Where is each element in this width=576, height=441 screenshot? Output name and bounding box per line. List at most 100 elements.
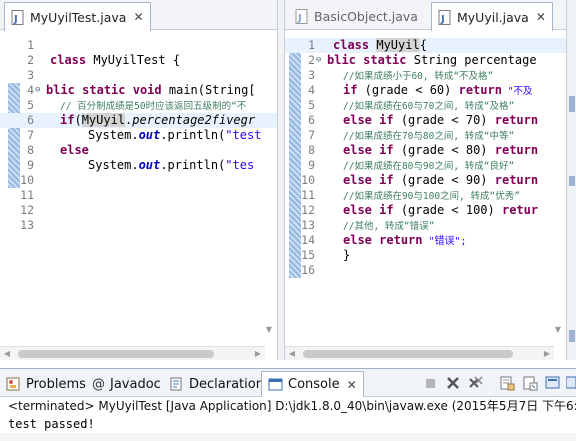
code-text: System.: [88, 158, 139, 172]
tab-javadoc[interactable]: @ Javadoc: [92, 371, 161, 397]
tab-myuyil-java[interactable]: J MyUyil.java ✕: [431, 2, 553, 31]
line-number: 4: [27, 83, 34, 97]
method-call: percentage2fivegr: [132, 113, 256, 127]
horizontal-scrollbar-right[interactable]: ◀ ▶: [285, 346, 554, 360]
code-line: 5 //如果成绩在60与70之间, 转成“及格”: [285, 98, 566, 113]
terminate-icon[interactable]: [422, 375, 438, 391]
java-file-icon: J: [438, 9, 452, 25]
fold-collapse-icon[interactable]: ⊖: [316, 53, 321, 68]
scrollbar-thumb[interactable]: [303, 350, 513, 358]
string-literal: "test: [225, 128, 262, 142]
static-field: out: [138, 158, 161, 172]
keyword: blic: [327, 53, 356, 67]
code-line: 3: [0, 68, 277, 83]
tab-myuyiltest-java[interactable]: J MyUyilTest.java ✕: [4, 2, 151, 31]
console-output[interactable]: test passed!: [0, 415, 576, 433]
code-line: 7 System.out.println("test: [0, 128, 277, 143]
close-tab-icon[interactable]: ✕: [347, 378, 357, 392]
scroll-down-arrow-icon[interactable]: ▼: [263, 324, 275, 336]
tab-label: MyUyil.java: [457, 9, 529, 25]
fold-collapse-icon[interactable]: ⊖: [35, 83, 40, 98]
remove-all-terminated-icon[interactable]: [468, 375, 484, 391]
editor-tabbar-left: J MyUyilTest.java ✕: [0, 0, 277, 31]
keyword: return: [458, 83, 502, 97]
code-comment: //如果成绩在70与80之间, 转成“中等”: [343, 131, 515, 142]
clear-console-icon[interactable]: [499, 375, 515, 391]
code-text: .println(: [160, 128, 226, 142]
line-number: 9: [308, 158, 315, 172]
keyword: if: [379, 143, 394, 157]
scroll-left-arrow-icon[interactable]: ◀: [285, 347, 299, 360]
line-number: 12: [20, 203, 34, 217]
scrollbar-thumb[interactable]: [18, 350, 214, 358]
code-text: .println(: [160, 158, 226, 172]
line-number: 1: [27, 38, 34, 52]
keyword: else: [343, 113, 372, 127]
keyword: if: [379, 203, 394, 217]
selected-identifier[interactable]: MyUyil: [376, 38, 420, 52]
problems-icon: [6, 377, 21, 391]
code-editor-right[interactable]: 1 class MyUyil{ 2 ⊖ blic static String perc…: [285, 34, 566, 344]
java-file-icon: J: [11, 9, 25, 25]
line-number: 11: [20, 188, 34, 202]
scroll-right-arrow-icon[interactable]: ▶: [540, 347, 554, 360]
view-tabbar: Problems @ Javadoc Declaration Console ✕: [0, 369, 576, 397]
outline-view-edge[interactable]: [566, 0, 576, 360]
scroll-lock-icon[interactable]: [522, 375, 538, 391]
code-line: 12 else if (grade < 100) retur: [285, 203, 566, 218]
keyword: class: [50, 53, 87, 67]
console-view-container: Problems @ Javadoc Declaration Console ✕: [0, 368, 576, 441]
code-line: 6 else if (grade < 70) return: [285, 113, 566, 128]
line-number: 16: [301, 263, 315, 277]
line-number: 3: [308, 68, 315, 82]
console-horizontal-scrollbar[interactable]: [0, 433, 576, 441]
keyword: return: [494, 113, 539, 127]
keyword: if: [343, 83, 358, 97]
tab-problems[interactable]: Problems: [6, 371, 86, 397]
scroll-right-arrow-icon[interactable]: ▶: [251, 347, 265, 360]
editor-pane-myuyil[interactable]: J BasicObject.java J MyUyil.java ✕ 1 clas…: [284, 0, 566, 360]
editor-pane-myuyiltest[interactable]: J MyUyilTest.java ✕ 1 2 class MyUyilTest …: [0, 0, 278, 360]
code-text: (grade < 60): [357, 83, 459, 97]
line-number: 13: [20, 218, 34, 232]
tab-console[interactable]: Console ✕: [261, 371, 364, 397]
code-text: (grade < 70): [393, 113, 495, 127]
remove-launch-icon[interactable]: [445, 375, 461, 391]
keyword: return: [494, 173, 539, 187]
line-number: 1: [308, 38, 315, 52]
scroll-left-arrow-icon[interactable]: ◀: [0, 347, 14, 360]
code-line: 8 else if (grade < 80) return: [285, 143, 566, 158]
code-editor-left[interactable]: 1 2 class MyUyilTest { 3 4 ⊖ blic static vo…: [0, 34, 277, 344]
line-number: 2: [308, 53, 315, 67]
display-console-icon[interactable]: [565, 375, 576, 391]
code-line: 3 //如果成绩小于60, 转成“不及格”: [285, 68, 566, 83]
pin-console-icon[interactable]: [545, 375, 561, 391]
selected-identifier[interactable]: MyUyil: [81, 113, 126, 127]
code-text: System.: [88, 128, 139, 142]
tab-declaration[interactable]: Declaration: [169, 371, 264, 397]
line-number: 15: [301, 248, 315, 262]
code-line: 10: [0, 173, 277, 188]
code-line: 8 else: [0, 143, 277, 158]
view-fragment: [569, 330, 575, 342]
tab-label: BasicObject.java: [314, 8, 418, 24]
keyword: return: [379, 233, 423, 247]
scroll-down-arrow-icon[interactable]: ▼: [552, 324, 564, 336]
keyword: if: [379, 113, 394, 127]
keyword: else: [343, 233, 372, 247]
horizontal-scrollbar-left[interactable]: ◀ ▶: [0, 346, 265, 360]
close-tab-icon[interactable]: ✕: [536, 10, 546, 24]
line-number: 5: [27, 98, 34, 112]
code-text: (grade < 80): [393, 143, 495, 157]
tab-label: Problems: [26, 376, 86, 392]
code-comment: //如果成绩在90与100之间, 转成“优秀”: [343, 191, 520, 202]
tab-basicobject-java[interactable]: J BasicObject.java: [289, 2, 424, 30]
close-tab-icon[interactable]: ✕: [133, 10, 143, 24]
code-line: 11 //如果成绩在90与100之间, 转成“优秀”: [285, 188, 566, 203]
line-number: 14: [301, 233, 315, 247]
code-text: }: [343, 248, 351, 262]
code-text: (: [74, 113, 82, 127]
line-number: 7: [308, 128, 315, 142]
keyword: blic: [46, 83, 75, 97]
code-line: 2 class MyUyilTest {: [0, 53, 277, 68]
